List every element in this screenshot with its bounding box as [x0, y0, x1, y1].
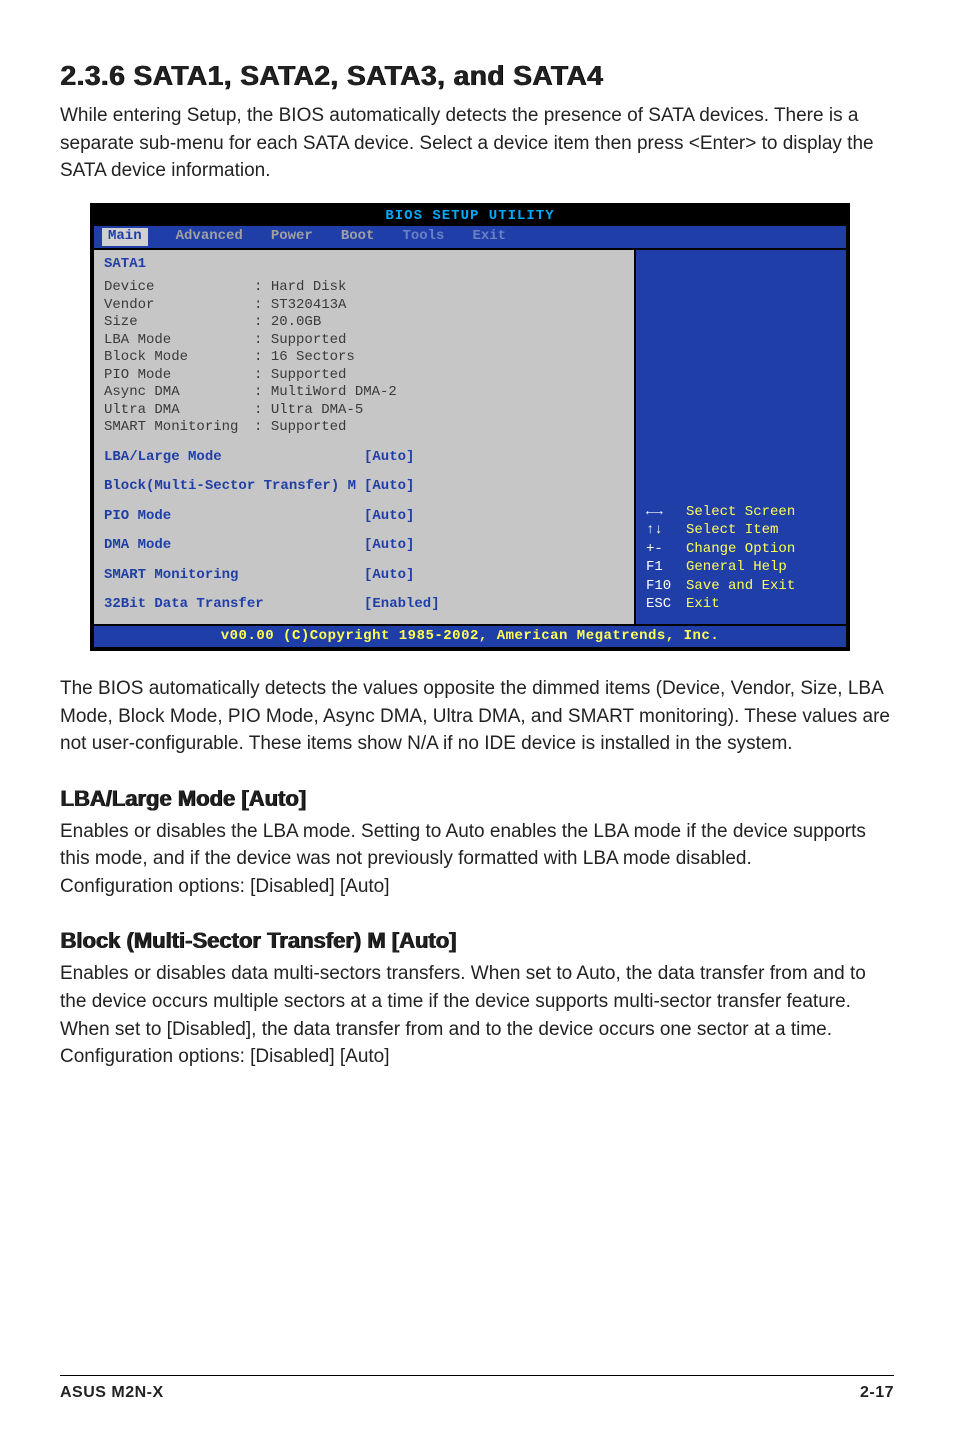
label: Ultra DMA: [104, 402, 254, 420]
value: Ultra DMA-5: [254, 402, 624, 420]
lba-heading: LBA/Large Mode [Auto]: [60, 786, 894, 812]
label: Block Mode: [104, 349, 254, 367]
block-paragraph: Enables or disables data multi-sectors t…: [60, 960, 894, 1070]
info-size: Size20.0GB: [104, 314, 624, 332]
hint-val: Select Item: [686, 522, 836, 540]
bios-body: SATA1 DeviceHard Disk VendorST320413A Si…: [94, 248, 846, 624]
label: 32Bit Data Transfer: [104, 596, 364, 614]
info-smart: SMART MonitoringSupported: [104, 419, 624, 437]
label: PIO Mode: [104, 508, 364, 526]
hint-val: General Help: [686, 559, 836, 577]
value: [Enabled]: [364, 596, 624, 614]
setting-lba-large[interactable]: LBA/Large Mode[Auto]: [104, 449, 624, 467]
post-bios-paragraph: The BIOS automatically detects the value…: [60, 675, 894, 758]
label: SMART Monitoring: [104, 419, 254, 437]
value: Supported: [254, 419, 624, 437]
label: PIO Mode: [104, 367, 254, 385]
hint-key: ESC: [646, 596, 686, 614]
setting-dma-mode[interactable]: DMA Mode[Auto]: [104, 537, 624, 555]
info-device: DeviceHard Disk: [104, 279, 624, 297]
tab-boot[interactable]: Boot: [341, 228, 375, 246]
label: SMART Monitoring: [104, 567, 364, 585]
value: MultiWord DMA-2: [254, 384, 624, 402]
value: 16 Sectors: [254, 349, 624, 367]
info-ultra: Ultra DMAUltra DMA-5: [104, 402, 624, 420]
hint-val: Select Screen: [686, 504, 836, 522]
setting-smart-mon[interactable]: SMART Monitoring[Auto]: [104, 567, 624, 585]
tab-tools[interactable]: Tools: [402, 228, 444, 246]
label: Device: [104, 279, 254, 297]
tab-main[interactable]: Main: [102, 228, 148, 246]
hint-val: Exit: [686, 596, 836, 614]
setting-pio-mode[interactable]: PIO Mode[Auto]: [104, 508, 624, 526]
tab-power[interactable]: Power: [271, 228, 313, 246]
bios-footer: v00.00 (C)Copyright 1985-2002, American …: [94, 624, 846, 648]
value: [Auto]: [364, 537, 624, 555]
hint-key: ←→: [646, 504, 686, 522]
bios-menubar: Main Advanced Power Boot Tools Exit: [94, 226, 846, 248]
footer-left: ASUS M2N-X: [60, 1384, 164, 1402]
hint-key: F10: [646, 578, 686, 596]
value: 20.0GB: [254, 314, 624, 332]
info-pio: PIO ModeSupported: [104, 367, 624, 385]
info-block: Block Mode16 Sectors: [104, 349, 624, 367]
footer-right: 2-17: [860, 1384, 894, 1402]
page-footer: ASUS M2N-X 2-17: [60, 1375, 894, 1402]
bios-side-panel: ←→Select Screen ↑↓Select Item +-Change O…: [636, 250, 846, 624]
section-heading: 2.3.6 SATA1, SATA2, SATA3, and SATA4: [60, 60, 894, 92]
value: [Auto]: [364, 449, 624, 467]
value: Supported: [254, 367, 624, 385]
info-vendor: VendorST320413A: [104, 297, 624, 315]
value: [Auto]: [364, 567, 624, 585]
hint-val: Change Option: [686, 541, 836, 559]
bios-screenshot: BIOS SETUP UTILITY Main Advanced Power B…: [90, 203, 850, 652]
hint-key: F1: [646, 559, 686, 577]
hint-val: Save and Exit: [686, 578, 836, 596]
hint-key: ↑↓: [646, 522, 686, 540]
label: DMA Mode: [104, 537, 364, 555]
value: [Auto]: [364, 478, 624, 496]
tab-exit[interactable]: Exit: [472, 228, 506, 246]
bios-main-panel: SATA1 DeviceHard Disk VendorST320413A Si…: [94, 250, 636, 624]
setting-block-multi[interactable]: Block(Multi-Sector Transfer) M[Auto]: [104, 478, 624, 496]
value: Hard Disk: [254, 279, 624, 297]
value: Supported: [254, 332, 624, 350]
value: [Auto]: [364, 508, 624, 526]
tab-advanced[interactable]: Advanced: [176, 228, 243, 246]
setting-32bit[interactable]: 32Bit Data Transfer[Enabled]: [104, 596, 624, 614]
value: ST320413A: [254, 297, 624, 315]
bios-panel-title: SATA1: [104, 256, 624, 274]
label: Block(Multi-Sector Transfer) M: [104, 478, 364, 496]
label: LBA/Large Mode: [104, 449, 364, 467]
block-heading: Block (Multi-Sector Transfer) M [Auto]: [60, 928, 894, 954]
lba-paragraph: Enables or disables the LBA mode. Settin…: [60, 818, 894, 901]
label: Async DMA: [104, 384, 254, 402]
info-async: Async DMAMultiWord DMA-2: [104, 384, 624, 402]
bios-title: BIOS SETUP UTILITY: [94, 207, 846, 227]
info-lba: LBA ModeSupported: [104, 332, 624, 350]
intro-paragraph: While entering Setup, the BIOS automatic…: [60, 102, 894, 185]
label: Size: [104, 314, 254, 332]
label: Vendor: [104, 297, 254, 315]
label: LBA Mode: [104, 332, 254, 350]
hint-key: +-: [646, 541, 686, 559]
